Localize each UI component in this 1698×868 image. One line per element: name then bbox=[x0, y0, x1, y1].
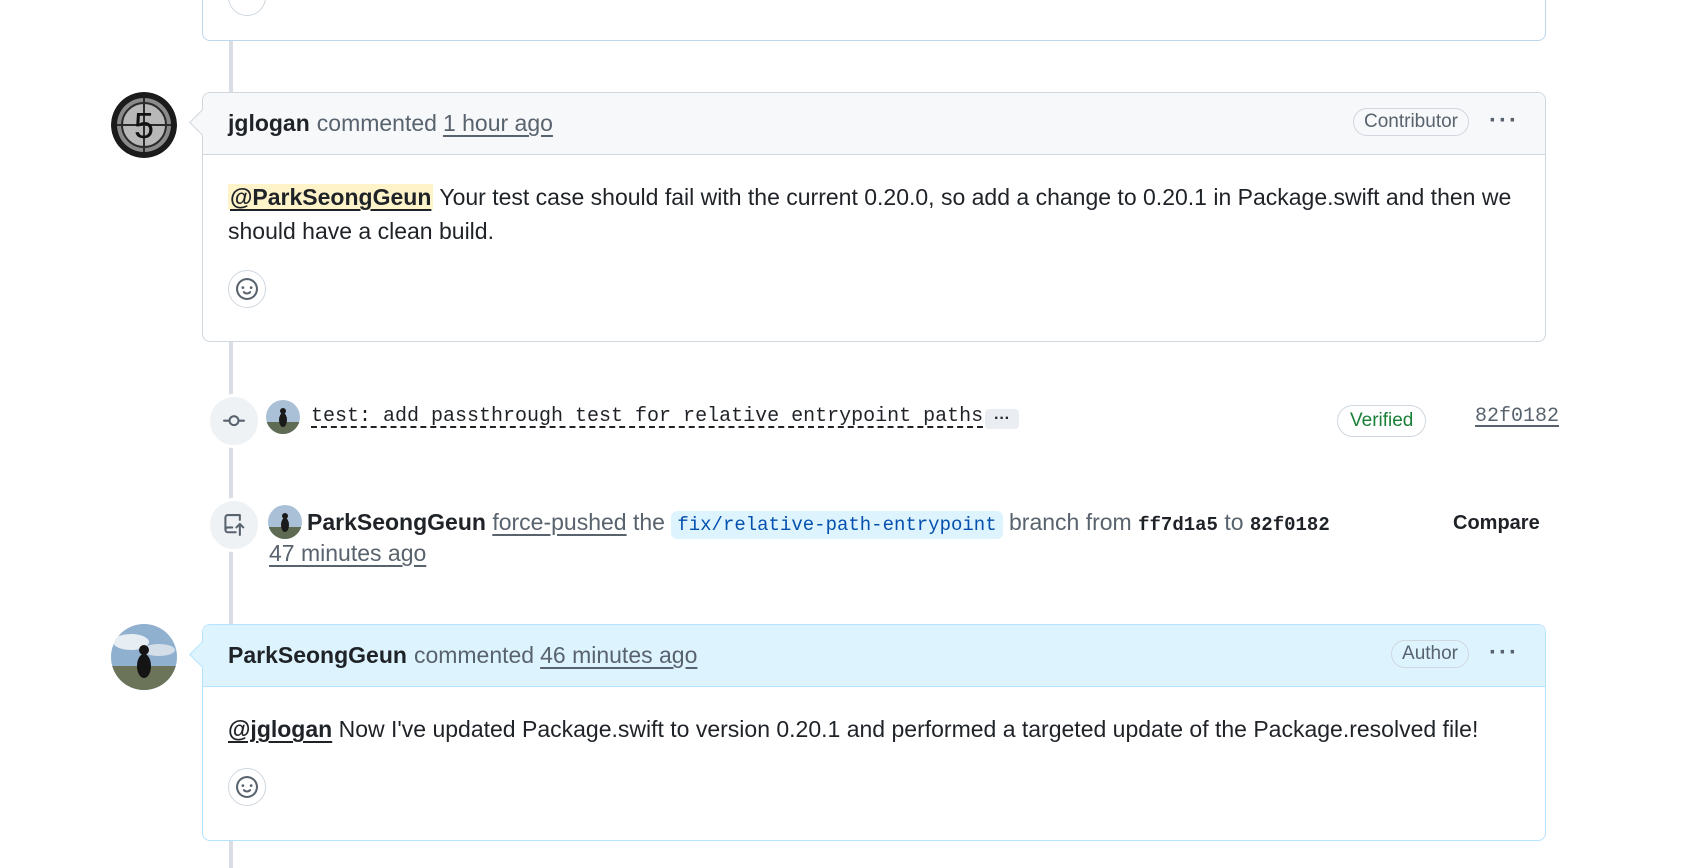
avatar-parkseonggeun[interactable] bbox=[111, 624, 177, 690]
git-commit-icon bbox=[223, 415, 245, 427]
force-push-event-text: ParkSeongGeun force-pushed the fix/relat… bbox=[307, 505, 1330, 542]
pusher-avatar[interactable] bbox=[268, 505, 302, 539]
comment-author[interactable]: jglogan bbox=[228, 110, 310, 137]
text-to: to bbox=[1224, 509, 1244, 535]
commit-author-avatar[interactable] bbox=[266, 400, 300, 434]
add-reaction-button[interactable] bbox=[228, 270, 266, 308]
from-sha-link[interactable]: ff7d1a5 bbox=[1138, 514, 1218, 536]
avatar-jglogan[interactable]: 5 bbox=[111, 92, 177, 158]
smiley-icon bbox=[236, 278, 258, 300]
expand-commit-button[interactable]: ··· bbox=[985, 409, 1019, 429]
comment-timestamp[interactable]: 46 minutes ago bbox=[540, 642, 697, 669]
comment-pointer bbox=[189, 641, 216, 668]
comment-pointer bbox=[189, 109, 216, 136]
user-mention[interactable]: @jglogan bbox=[228, 716, 332, 742]
repo-push-icon bbox=[224, 514, 245, 536]
comment-text: Now I've updated Package.swift to versio… bbox=[332, 716, 1479, 742]
commit-message-link[interactable]: test: add passthrough test for relative … bbox=[311, 405, 983, 428]
comment-author[interactable]: ParkSeongGeun bbox=[228, 642, 407, 669]
comment-body: @ParkSeongGeun Your test case should fai… bbox=[203, 155, 1545, 308]
user-mention[interactable]: @ParkSeongGeun bbox=[228, 184, 434, 210]
pusher-username[interactable]: ParkSeongGeun bbox=[307, 509, 486, 535]
smiley-icon bbox=[236, 776, 258, 798]
comment-body: @jglogan Now I've updated Package.swift … bbox=[203, 687, 1545, 806]
text-the: the bbox=[632, 509, 665, 535]
comment-timestamp[interactable]: 1 hour ago bbox=[443, 110, 553, 137]
avatar-image bbox=[268, 505, 302, 539]
to-sha-link[interactable]: 82f0182 bbox=[1250, 514, 1330, 536]
commit-sha-link[interactable]: 82f0182 bbox=[1475, 405, 1559, 428]
comment-card-jglogan: jglogan commented 1 hour ago Contributor… bbox=[189, 92, 1546, 342]
comment-header: jglogan commented 1 hour ago Contributor… bbox=[189, 93, 1545, 155]
force-push-timestamp[interactable]: 47 minutes ago bbox=[269, 540, 426, 567]
previous-comment-card bbox=[202, 0, 1546, 41]
verified-badge[interactable]: Verified bbox=[1337, 405, 1427, 437]
force-pushed-link[interactable]: force-pushed bbox=[492, 509, 626, 535]
text-branch-from: branch from bbox=[1009, 509, 1132, 535]
add-reaction-button[interactable] bbox=[228, 768, 266, 806]
comment-header: ParkSeongGeun commented 46 minutes ago A… bbox=[189, 625, 1545, 687]
comment-action: commented bbox=[316, 110, 437, 136]
kebab-horizontal-icon[interactable]: ··· bbox=[1489, 639, 1519, 667]
kebab-horizontal-icon[interactable]: ··· bbox=[1489, 107, 1519, 135]
author-badge: Author bbox=[1391, 640, 1469, 668]
comment-card-parkseonggeun: ParkSeongGeun commented 46 minutes ago A… bbox=[189, 624, 1546, 841]
repo-push-icon-badge bbox=[207, 498, 261, 552]
previous-reaction-button[interactable] bbox=[228, 0, 266, 16]
comment-action: commented bbox=[413, 642, 535, 668]
branch-name-label[interactable]: fix/relative-path-entrypoint bbox=[671, 511, 1003, 539]
git-commit-icon-badge bbox=[207, 394, 261, 448]
svg-text:5: 5 bbox=[134, 105, 154, 146]
avatar-image bbox=[111, 624, 177, 690]
avatar-image: 5 bbox=[111, 92, 177, 158]
contributor-badge: Contributor bbox=[1353, 108, 1469, 136]
compare-button[interactable]: Compare bbox=[1453, 512, 1540, 535]
avatar-image bbox=[266, 400, 300, 434]
